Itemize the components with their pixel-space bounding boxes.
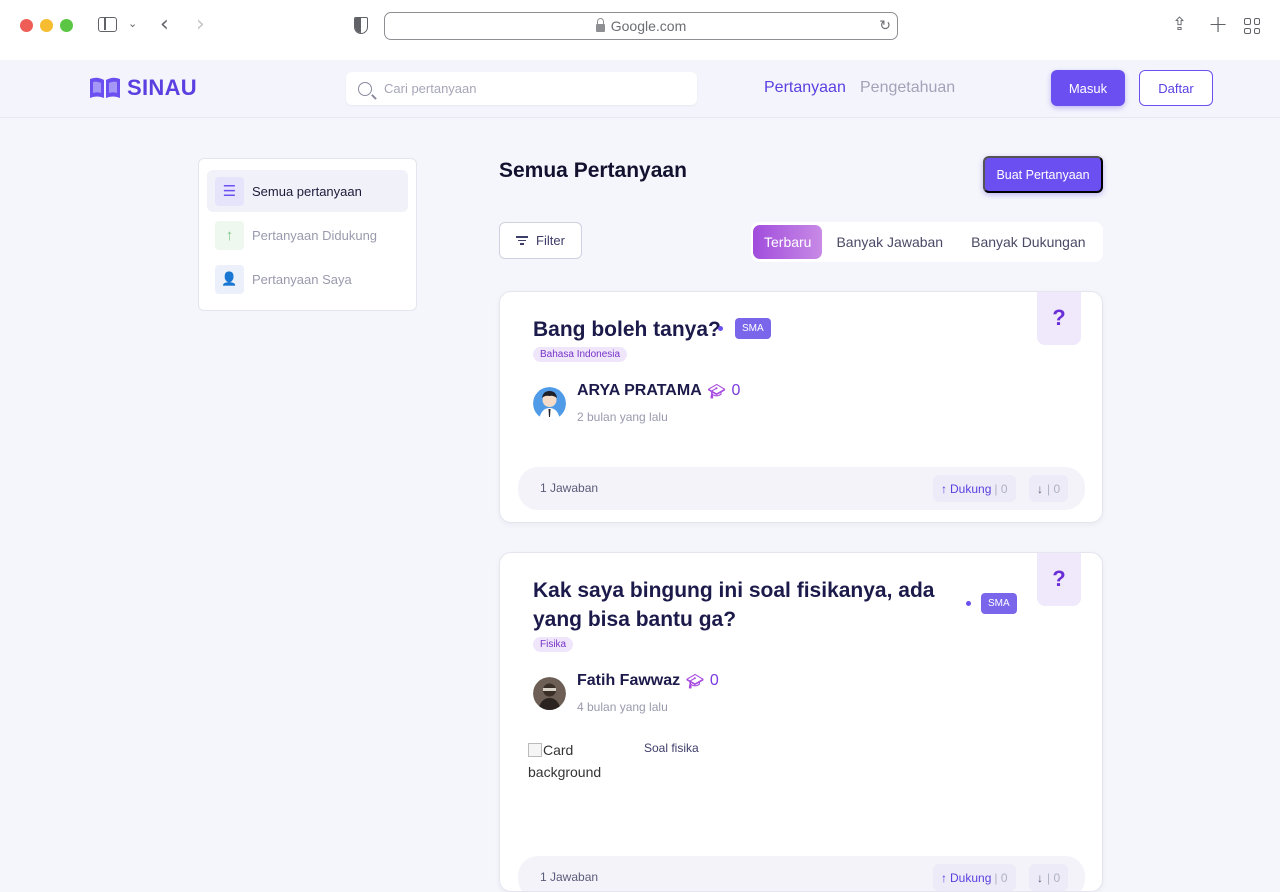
graduation-cap-icon: 🎓︎: [686, 672, 704, 689]
brand-logo[interactable]: SINAU: [89, 75, 197, 101]
image-alt-text: background: [528, 764, 602, 780]
sidebar-item-supported-questions[interactable]: ↑ Pertanyaan Didukung: [207, 214, 408, 256]
arrow-down-icon: ↓: [1037, 870, 1043, 885]
author-points: 0: [731, 382, 741, 399]
forward-arrow-icon[interactable]: ›: [196, 12, 205, 37]
sidebar-item-label: Pertanyaan Didukung: [252, 227, 378, 243]
page-title: Semua Pertanyaan: [499, 159, 687, 182]
broken-image-icon: [528, 743, 542, 757]
sort-tabs: Terbaru Banyak Jawaban Banyak Dukungan: [751, 222, 1103, 262]
support-button[interactable]: ↑ Dukung | 0: [933, 475, 1016, 502]
privacy-shield-icon[interactable]: [354, 17, 368, 34]
book-logo-icon: [90, 77, 120, 98]
filter-label: Filter: [536, 233, 565, 248]
nav-pengetahuan[interactable]: Pengetahuan: [860, 79, 955, 97]
author-label: Fatih Fawwaz: [577, 672, 681, 689]
attachment-caption: Soal fisika: [644, 741, 699, 755]
question-title[interactable]: Kak saya bingung ini soal fisikanya, ada…: [533, 576, 934, 634]
support-label: Dukung: [950, 481, 992, 496]
filter-icon: [516, 236, 529, 245]
back-arrow-icon[interactable]: ‹: [160, 12, 169, 37]
question-mark-icon: ?: [1037, 292, 1081, 345]
user-list-icon: 👤: [215, 264, 244, 294]
answer-count[interactable]: 1 Jawaban: [540, 870, 598, 884]
author-points: 0: [709, 672, 719, 689]
maximize-window-button[interactable]: [60, 19, 73, 32]
close-window-button[interactable]: [20, 19, 33, 32]
support-count: | 0: [994, 481, 1008, 496]
subject-chip: Bahasa Indonesia: [533, 347, 628, 362]
filter-button[interactable]: Filter: [499, 222, 582, 259]
reload-icon[interactable]: ↻: [879, 17, 891, 34]
answer-count[interactable]: 1 Jawaban: [540, 481, 598, 495]
arrow-down-icon: ↓: [1037, 481, 1043, 496]
subject-chip: Fisika: [533, 637, 574, 652]
downvote-button[interactable]: ↓ | 0: [1029, 475, 1069, 502]
new-tab-icon[interactable]: +: [1208, 10, 1228, 38]
question-card[interactable]: ? Kak saya bingung ini soal fisikanya, a…: [499, 552, 1103, 892]
url-text: Google.com: [610, 18, 687, 34]
login-button[interactable]: Masuk: [1051, 70, 1125, 106]
create-question-button[interactable]: Buat Pertanyaan: [983, 156, 1103, 193]
support-count: | 0: [994, 870, 1008, 885]
level-badge: SMA: [981, 593, 1017, 614]
timestamp: 2 bulan yang lalu: [577, 410, 668, 424]
card-footer: 1 Jawaban ↑ Dukung | 0 ↓ | 0: [518, 467, 1085, 510]
search-input[interactable]: [384, 81, 674, 96]
arrow-up-icon: ↑: [941, 870, 947, 885]
browser-toolbar: ⌄ ‹ › Google.com ↻ ⇪ +: [0, 0, 1280, 60]
downvote-button[interactable]: ↓ | 0: [1029, 864, 1069, 891]
author-name[interactable]: ARYA PRATAMA 🎓︎ 0: [577, 382, 740, 400]
author-label: ARYA PRATAMA: [577, 382, 702, 399]
address-bar[interactable]: Google.com ↻: [384, 12, 898, 40]
separator-dot: [718, 326, 723, 331]
avatar-image: [533, 677, 566, 710]
image-alt-text: Card: [543, 742, 574, 758]
chevron-down-icon[interactable]: ⌄: [128, 17, 137, 30]
attachment-image[interactable]: Card background: [528, 739, 618, 783]
tab-terbaru[interactable]: Terbaru: [753, 225, 823, 259]
share-icon[interactable]: ⇪: [1172, 14, 1187, 35]
search-icon: [358, 81, 372, 96]
graduation-cap-icon: 🎓︎: [707, 382, 726, 399]
lock-icon: [595, 18, 605, 32]
author-name[interactable]: Fatih Fawwaz 🎓︎ 0: [577, 672, 719, 690]
arrow-up-icon: ↑: [215, 220, 244, 250]
avatar[interactable]: [533, 677, 566, 710]
sidebar-item-all-questions[interactable]: ☰ Semua pertanyaan: [207, 170, 408, 212]
arrow-up-icon: ↑: [941, 481, 947, 496]
list-icon: ☰: [215, 176, 244, 206]
question-card[interactable]: ? Bang boleh tanya? SMA Bahasa Indonesia…: [499, 291, 1103, 523]
tab-banyak-dukungan[interactable]: Banyak Dukungan: [957, 225, 1099, 259]
avatar[interactable]: [533, 387, 566, 420]
tab-banyak-jawaban[interactable]: Banyak Jawaban: [822, 225, 957, 259]
card-footer: 1 Jawaban ↑ Dukung | 0 ↓ | 0: [518, 856, 1085, 891]
app-header: SINAU Pertanyaan Pengetahuan Masuk Dafta…: [0, 60, 1280, 118]
question-mark-icon: ?: [1037, 553, 1081, 606]
sidebar-toggle-icon[interactable]: [98, 17, 117, 32]
downvote-count: | 0: [1047, 481, 1061, 496]
sidebar-item-my-questions[interactable]: 👤 Pertanyaan Saya: [207, 258, 408, 300]
timestamp: 4 bulan yang lalu: [577, 700, 668, 714]
question-title[interactable]: Bang boleh tanya?: [533, 315, 721, 344]
downvote-count: | 0: [1047, 870, 1061, 885]
minimize-window-button[interactable]: [40, 19, 53, 32]
question-title-line: yang bisa bantu ga?: [533, 608, 737, 631]
support-button[interactable]: ↑ Dukung | 0: [933, 864, 1016, 891]
sidebar-item-label: Pertanyaan Saya: [252, 271, 352, 287]
avatar-image: [533, 387, 566, 420]
tab-overview-icon[interactable]: [1244, 18, 1260, 34]
question-filter-sidebar: ☰ Semua pertanyaan ↑ Pertanyaan Didukung…: [198, 158, 417, 311]
separator-dot: [966, 601, 971, 606]
register-button[interactable]: Daftar: [1139, 70, 1213, 106]
search-bar: [346, 72, 697, 105]
level-badge: SMA: [735, 318, 771, 339]
support-label: Dukung: [950, 870, 992, 885]
sidebar-item-label: Semua pertanyaan: [252, 183, 362, 199]
brand-name: SINAU: [127, 75, 197, 100]
question-title-line: Kak saya bingung ini soal fisikanya, ada: [533, 579, 935, 602]
nav-pertanyaan[interactable]: Pertanyaan: [764, 79, 846, 97]
